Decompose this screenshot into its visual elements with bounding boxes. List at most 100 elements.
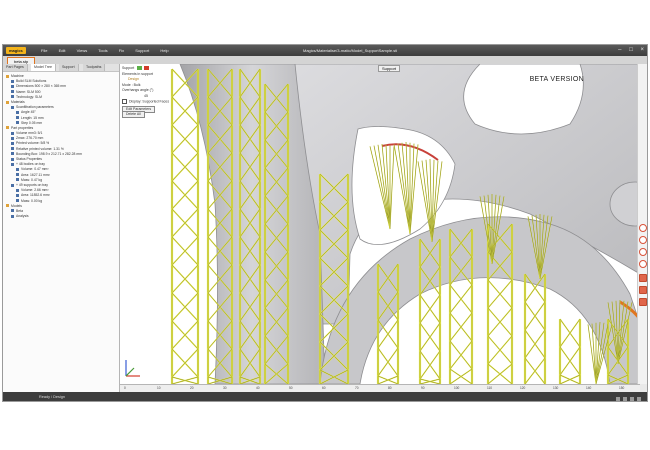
minimize-button[interactable]: – — [618, 47, 621, 53]
menu-support[interactable]: Support — [135, 48, 149, 53]
status-text: Ready / Design — [39, 395, 65, 399]
tab-model-tree[interactable]: Model Tree — [31, 64, 56, 71]
support-title: Support — [122, 66, 135, 70]
folder-icon — [6, 204, 9, 208]
node-icon — [11, 79, 14, 83]
ruler-tick-label: 40 — [256, 386, 260, 390]
node-icon — [11, 131, 14, 135]
rotate-icon[interactable] — [638, 236, 647, 244]
tree-item-label: Build SLM Solutions — [16, 79, 47, 84]
display-label: Display: Supported Faces — [129, 99, 170, 104]
folder-icon — [6, 126, 9, 130]
ruler-tick-label: 100 — [454, 386, 460, 390]
delete-all-button[interactable]: Delete All — [122, 111, 145, 118]
tree-item-label: Models — [11, 203, 22, 208]
view-label[interactable]: Support — [378, 65, 401, 72]
tree-item-label: Angle 45° — [21, 110, 36, 115]
right-toolbar — [637, 64, 647, 384]
tab-support[interactable]: Support — [59, 64, 79, 71]
tree-item-label: Relative printed volume: 1.31 % — [16, 146, 64, 151]
menu-views[interactable]: Views — [77, 48, 88, 53]
measure-icon[interactable] — [638, 274, 647, 282]
status-bar: Ready / Design — [3, 392, 647, 401]
3d-viewport[interactable]: Support Elements in support Design Mode … — [120, 64, 640, 384]
tree-item-label: Technology: SLM — [16, 94, 43, 99]
menu-edit[interactable]: Edit — [59, 48, 66, 53]
display-checkbox[interactable] — [122, 99, 127, 104]
ruler-tick-label: 80 — [388, 386, 392, 390]
ruler-tick-label: 50 — [289, 386, 293, 390]
node-icon — [16, 110, 19, 114]
node-icon — [16, 188, 19, 192]
tree-item-label: Step 0.05 mm — [21, 120, 43, 125]
status-icon-4[interactable] — [637, 397, 641, 401]
application-window: magics File Edit Views Tools Fix Support… — [2, 44, 648, 402]
tree-item-label: Scanfiltration parameters — [16, 105, 54, 110]
confirm-icon[interactable] — [137, 66, 143, 71]
node-icon — [16, 178, 19, 182]
title-bar: magics File Edit Views Tools Fix Support… — [3, 45, 647, 56]
tree-item-label: Volume: 2.66 mm³ — [21, 188, 49, 193]
pan-icon[interactable] — [638, 260, 647, 268]
tree-item[interactable]: Analysis — [3, 214, 119, 219]
gear-icon[interactable] — [638, 224, 647, 232]
node-icon — [11, 136, 14, 140]
maximize-button[interactable]: □ — [629, 47, 633, 53]
zoom-icon[interactable] — [638, 248, 647, 256]
window-controls: – □ × — [612, 47, 644, 54]
slice-icon[interactable] — [638, 298, 647, 306]
model-hole-top — [463, 64, 584, 135]
scene-canvas[interactable] — [120, 64, 640, 384]
tab-part-pages[interactable]: Part Pages — [3, 64, 28, 71]
tab-toolpaths[interactable]: Toolpaths — [83, 64, 106, 71]
tree-item-label: Area: 1627.11 mm² — [21, 172, 50, 177]
node-icon — [11, 152, 14, 156]
node-icon — [11, 95, 14, 99]
ruler-tick-label: 110 — [487, 386, 493, 390]
layers-icon[interactable] — [638, 286, 647, 294]
left-panel: Part Pages Model Tree Support Toolpaths … — [3, 64, 120, 392]
node-icon — [11, 84, 14, 88]
tree-item-label: Zmax: 276.70 mm — [16, 136, 44, 141]
menu-help[interactable]: Help — [160, 48, 168, 53]
status-icon-1[interactable] — [615, 397, 620, 401]
ruler-tick-label: 60 — [322, 386, 326, 390]
ruler-tick-label: 90 — [421, 386, 425, 390]
app-logo: magics — [6, 47, 26, 54]
tree-item-label: Length: 15 mm — [21, 115, 44, 120]
node-icon — [16, 173, 19, 177]
node-icon — [16, 167, 19, 171]
status-icon-3[interactable] — [629, 397, 634, 401]
tree-item-label: Area: 11852.6 mm² — [21, 193, 50, 198]
menu-tools[interactable]: Tools — [98, 48, 107, 53]
menu-file[interactable]: File — [41, 48, 47, 53]
ruler-tick-label: 70 — [355, 386, 359, 390]
ruler-tick-label: 130 — [553, 386, 559, 390]
tree-item-label: + 48 bodies on tray — [16, 162, 45, 167]
status-icon-2[interactable] — [622, 397, 627, 401]
model-tree: Machine Build SLM Solutions Dimensions 500… — [3, 72, 119, 219]
menu-bar: File Edit Views Tools Fix Support Help — [41, 45, 179, 56]
node-icon — [11, 209, 14, 213]
node-icon — [11, 214, 14, 218]
node-icon — [16, 121, 19, 125]
tree-item-label: Materials — [11, 99, 25, 104]
ruler-tick-label: 10 — [157, 386, 161, 390]
node-icon — [16, 199, 19, 203]
node-icon — [11, 142, 14, 146]
tree-item-label: Dimensions 500 × 280 × 365 mm — [16, 84, 66, 89]
node-icon — [11, 105, 14, 109]
node-icon — [11, 183, 14, 187]
tree-item-label: Machine — [11, 74, 24, 78]
tree-item-label: Bounding Box: 198.9 x 212.71 x 282.28 mm — [16, 151, 82, 156]
beta-watermark: BETA VERSION — [529, 76, 584, 83]
status-icons — [614, 395, 641, 401]
left-panel-tabs: Part Pages Model Tree Support Toolpaths — [3, 64, 119, 72]
menu-fix[interactable]: Fix — [119, 48, 124, 53]
support-panel: Support Elements in support Design Mode … — [122, 66, 182, 118]
node-icon — [16, 193, 19, 197]
tree-item-label: Part properties — [11, 125, 34, 130]
tree-item-label: + 49 supports on tray — [16, 182, 48, 187]
cancel-icon[interactable] — [144, 66, 150, 71]
close-button[interactable]: × — [640, 47, 644, 53]
